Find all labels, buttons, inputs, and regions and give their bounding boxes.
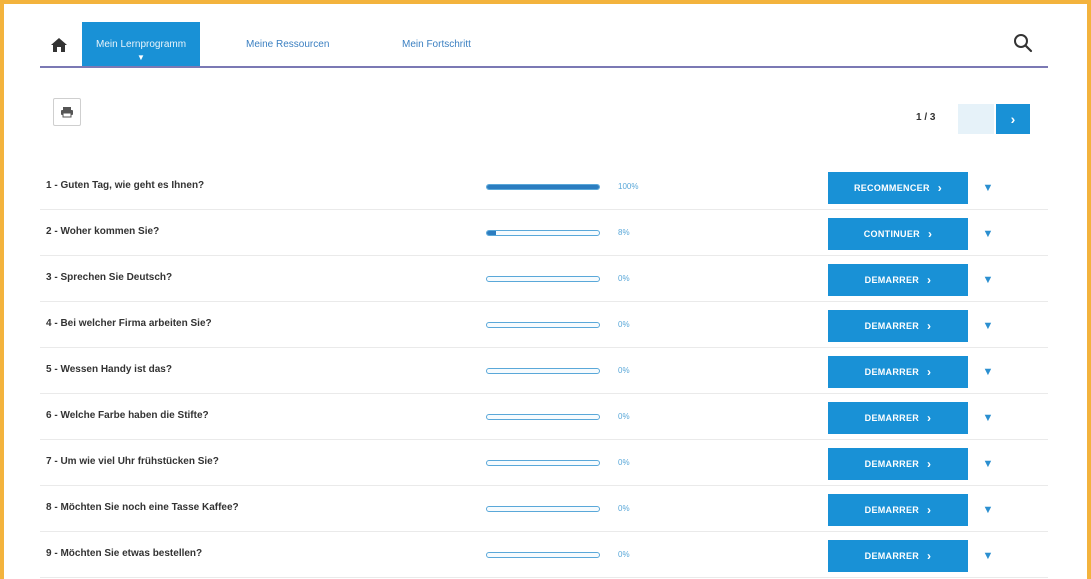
progress-bar — [486, 184, 600, 190]
lesson-action-button[interactable]: DEMARRER › — [828, 540, 968, 572]
progress-bar — [486, 414, 600, 420]
lesson-action-button[interactable]: DEMARRER › — [828, 494, 968, 526]
lesson-title: 8 - Möchten Sie noch eine Tasse Kaffee? — [46, 502, 239, 513]
progress-bar — [486, 460, 600, 466]
action-label: DEMARRER — [864, 413, 920, 423]
tab-mein-lernprogramm[interactable]: Mein Lernprogramm ▼ — [82, 22, 201, 66]
action-label: DEMARRER — [864, 459, 920, 469]
action-label: DEMARRER — [864, 505, 920, 515]
chevron-right-icon: › — [927, 411, 932, 425]
lesson-title: 5 - Wessen Handy ist das? — [46, 364, 172, 375]
tab-label: Mein Fortschritt — [402, 38, 471, 50]
lesson-row: 9 - Möchten Sie etwas bestellen? 0% DEMA… — [40, 532, 1048, 578]
action-label: DEMARRER — [864, 321, 920, 331]
expand-chevron-down-icon[interactable]: ▼ — [978, 178, 998, 198]
chevron-down-icon: ▼ — [137, 53, 145, 62]
progress-bar — [486, 552, 600, 558]
lesson-title: 1 - Guten Tag, wie geht es Ihnen? — [46, 180, 205, 191]
progress-fill — [487, 185, 599, 189]
chevron-right-icon: › — [927, 503, 932, 517]
top-navigation: Mein Lernprogramm ▼ Meine Ressourcen Mei… — [40, 22, 1048, 68]
chevron-right-icon: › — [927, 365, 932, 379]
printer-icon — [61, 107, 73, 118]
progress-percent: 0% — [618, 320, 630, 329]
expand-chevron-down-icon[interactable]: ▼ — [978, 224, 998, 244]
progress-percent: 0% — [618, 274, 630, 283]
lesson-row: 6 - Welche Farbe haben die Stifte? 0% DE… — [40, 394, 1048, 440]
tab-label: Mein Lernprogramm — [96, 38, 187, 50]
lesson-row: 1 - Guten Tag, wie geht es Ihnen? 100% R… — [40, 164, 1048, 210]
lesson-title: 2 - Woher kommen Sie? — [46, 226, 160, 237]
expand-chevron-down-icon[interactable]: ▼ — [978, 454, 998, 474]
progress-bar — [486, 506, 600, 512]
chevron-right-icon: › — [937, 181, 943, 195]
progress-percent: 0% — [618, 550, 630, 559]
lesson-action-button[interactable]: DEMARRER › — [828, 310, 968, 342]
home-icon[interactable] — [48, 34, 70, 56]
lesson-title: 7 - Um wie viel Uhr frühstücken Sie? — [46, 456, 219, 467]
lesson-row: 4 - Bei welcher Firma arbeiten Sie? 0% D… — [40, 302, 1048, 348]
search-icon[interactable] — [1012, 32, 1034, 54]
lesson-action-button[interactable]: CONTINUER › — [828, 218, 968, 250]
action-label: CONTINUER — [863, 229, 920, 239]
lesson-action-button[interactable]: DEMARRER › — [828, 402, 968, 434]
expand-chevron-down-icon[interactable]: ▼ — [978, 408, 998, 428]
lesson-action-button[interactable]: RECOMMENCER › — [828, 172, 968, 204]
lesson-row: 5 - Wessen Handy ist das? 0% DEMARRER › … — [40, 348, 1048, 394]
print-button[interactable] — [53, 98, 81, 126]
progress-percent: 0% — [618, 504, 630, 513]
progress-bar — [486, 276, 600, 282]
progress-percent: 8% — [618, 228, 630, 237]
expand-chevron-down-icon[interactable]: ▼ — [978, 362, 998, 382]
action-label: DEMARRER — [864, 275, 920, 285]
lesson-title: 9 - Möchten Sie etwas bestellen? — [46, 548, 203, 559]
next-page-button[interactable]: › — [996, 104, 1030, 134]
action-label: DEMARRER — [864, 551, 920, 561]
chevron-right-icon: › — [927, 273, 932, 287]
tab-mein-fortschritt[interactable]: Mein Fortschritt — [388, 22, 485, 66]
previous-page-button[interactable] — [958, 104, 994, 134]
lesson-title: 4 - Bei welcher Firma arbeiten Sie? — [46, 318, 212, 329]
expand-chevron-down-icon[interactable]: ▼ — [978, 546, 998, 566]
tab-label: Meine Ressourcen — [246, 38, 330, 50]
action-label: DEMARRER — [864, 367, 920, 377]
lesson-row: 3 - Sprechen Sie Deutsch? 0% DEMARRER › … — [40, 256, 1048, 302]
lesson-action-button[interactable]: DEMARRER › — [828, 448, 968, 480]
lesson-action-button[interactable]: DEMARRER › — [828, 356, 968, 388]
tab-meine-ressourcen[interactable]: Meine Ressourcen — [232, 22, 343, 66]
expand-chevron-down-icon[interactable]: ▼ — [978, 500, 998, 520]
lesson-row: 2 - Woher kommen Sie? 8% CONTINUER › ▼ — [40, 210, 1048, 256]
lesson-title: 6 - Welche Farbe haben die Stifte? — [46, 410, 209, 421]
chevron-right-icon: › — [927, 227, 933, 241]
progress-percent: 0% — [618, 458, 630, 467]
lesson-action-button[interactable]: DEMARRER › — [828, 264, 968, 296]
lesson-row: 8 - Möchten Sie noch eine Tasse Kaffee? … — [40, 486, 1048, 532]
chevron-right-icon: › — [927, 549, 932, 563]
progress-percent: 0% — [618, 412, 630, 421]
progress-bar — [486, 322, 600, 328]
lesson-title: 3 - Sprechen Sie Deutsch? — [46, 272, 173, 283]
chevron-right-icon: › — [927, 319, 932, 333]
expand-chevron-down-icon[interactable]: ▼ — [978, 316, 998, 336]
lesson-row: 7 - Um wie viel Uhr frühstücken Sie? 0% … — [40, 440, 1048, 486]
progress-bar — [486, 230, 600, 236]
progress-percent: 0% — [618, 366, 630, 375]
expand-chevron-down-icon[interactable]: ▼ — [978, 270, 998, 290]
chevron-right-icon: › — [1010, 111, 1016, 127]
action-label: RECOMMENCER — [853, 183, 930, 193]
progress-fill — [487, 231, 496, 235]
progress-bar — [486, 368, 600, 374]
progress-percent: 100% — [618, 182, 639, 191]
lesson-list: 1 - Guten Tag, wie geht es Ihnen? 100% R… — [40, 164, 1048, 578]
pagination-label: 1 / 3 — [916, 112, 936, 123]
chevron-right-icon: › — [927, 457, 932, 471]
